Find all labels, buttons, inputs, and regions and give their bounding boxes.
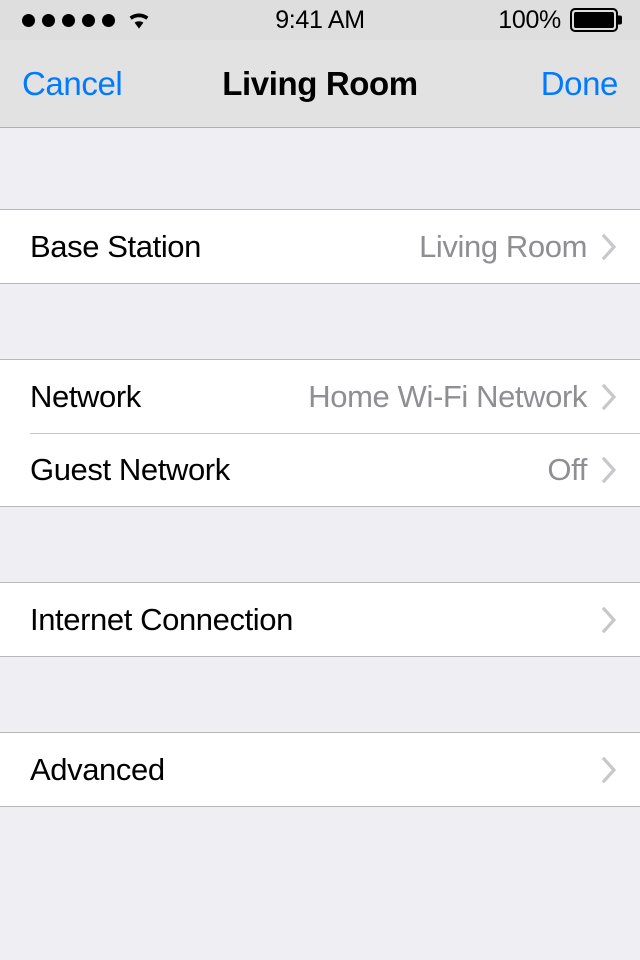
status-bar-right: 100% — [498, 5, 622, 35]
row-advanced[interactable]: Advanced — [0, 733, 640, 806]
chevron-right-icon — [601, 606, 617, 633]
navigation-bar: Cancel Living Room Done — [0, 40, 640, 128]
status-bar-left — [22, 10, 152, 30]
chevron-right-icon — [601, 383, 617, 410]
group-spacer — [0, 657, 640, 732]
row-label: Advanced — [30, 751, 165, 787]
wifi-icon — [129, 13, 149, 29]
chevron-right-icon — [601, 756, 617, 783]
row-label: Guest Network — [30, 451, 230, 487]
battery-percentage: 100% — [498, 5, 561, 34]
chevron-right-icon — [601, 456, 617, 483]
row-label: Internet Connection — [30, 601, 293, 637]
row-label: Network — [30, 378, 141, 414]
signal-dots-icon — [22, 13, 115, 27]
settings-group: Base Station Living Room — [0, 209, 640, 284]
group-spacer — [0, 507, 640, 582]
row-base-station[interactable]: Base Station Living Room — [0, 210, 640, 283]
row-guest-network[interactable]: Guest Network Off — [0, 433, 640, 506]
battery-full-icon — [570, 8, 622, 32]
status-bar: 9:41 AM 100% — [0, 0, 640, 40]
group-spacer — [0, 128, 640, 209]
row-label: Base Station — [30, 228, 201, 264]
settings-group: Network Home Wi-Fi Network Guest Network Of… — [0, 359, 640, 507]
settings-group: Internet Connection — [0, 582, 640, 657]
settings-table: Base Station Living Room Network Home Wi-Fi… — [0, 128, 640, 960]
settings-group: Advanced — [0, 732, 640, 807]
row-value: Home Wi-Fi Network — [308, 378, 587, 414]
row-network[interactable]: Network Home Wi-Fi Network — [0, 360, 640, 433]
row-value: Off — [547, 451, 587, 487]
phone-screen: 9:41 AM 100% Cancel Living Room Done Bas… — [0, 0, 640, 960]
cancel-button[interactable]: Cancel — [22, 65, 123, 103]
row-value: Living Room — [419, 228, 587, 264]
group-spacer — [0, 284, 640, 359]
done-button[interactable]: Done — [541, 65, 619, 103]
row-internet-connection[interactable]: Internet Connection — [0, 583, 640, 656]
chevron-right-icon — [601, 233, 617, 260]
